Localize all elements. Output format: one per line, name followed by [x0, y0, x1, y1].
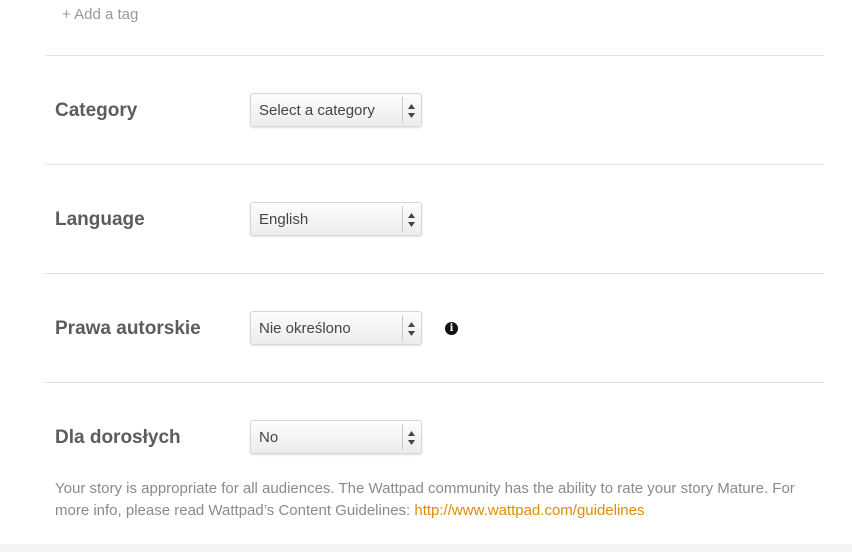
category-select-value: Select a category	[259, 102, 375, 119]
info-icon[interactable]: i	[445, 322, 458, 335]
divider	[45, 164, 824, 165]
copyright-label: Prawa autorskie	[55, 318, 201, 339]
add-tag-link[interactable]: + Add a tag	[62, 6, 138, 23]
language-select-value: English	[259, 211, 309, 228]
guidelines-link[interactable]: http://www.wattpad.com/guidelines	[414, 502, 644, 519]
divider	[45, 273, 824, 274]
mature-select-value: No	[259, 429, 279, 446]
copyright-select-value: Nie określono	[259, 320, 351, 337]
divider	[45, 55, 824, 56]
copyright-select[interactable]: Nie określono	[250, 311, 422, 345]
select-separator	[402, 315, 403, 341]
select-arrows-icon	[408, 431, 415, 445]
category-select[interactable]: Select a category	[250, 93, 422, 127]
mature-label: Dla dorosłych	[55, 427, 181, 448]
language-select[interactable]: English	[250, 202, 422, 236]
bottom-strip	[0, 544, 852, 552]
select-arrows-icon	[408, 104, 415, 118]
select-separator	[402, 206, 403, 232]
select-separator	[402, 424, 403, 450]
divider	[45, 382, 824, 383]
language-label: Language	[55, 209, 145, 230]
mature-select[interactable]: No	[250, 420, 422, 454]
story-details-form: + Add a tag Category Select a category L…	[0, 0, 852, 552]
mature-help-text: Your story is appropriate for all audien…	[55, 478, 815, 522]
select-arrows-icon	[408, 322, 415, 336]
select-separator	[402, 97, 403, 123]
select-arrows-icon	[408, 213, 415, 227]
category-label: Category	[55, 100, 138, 121]
